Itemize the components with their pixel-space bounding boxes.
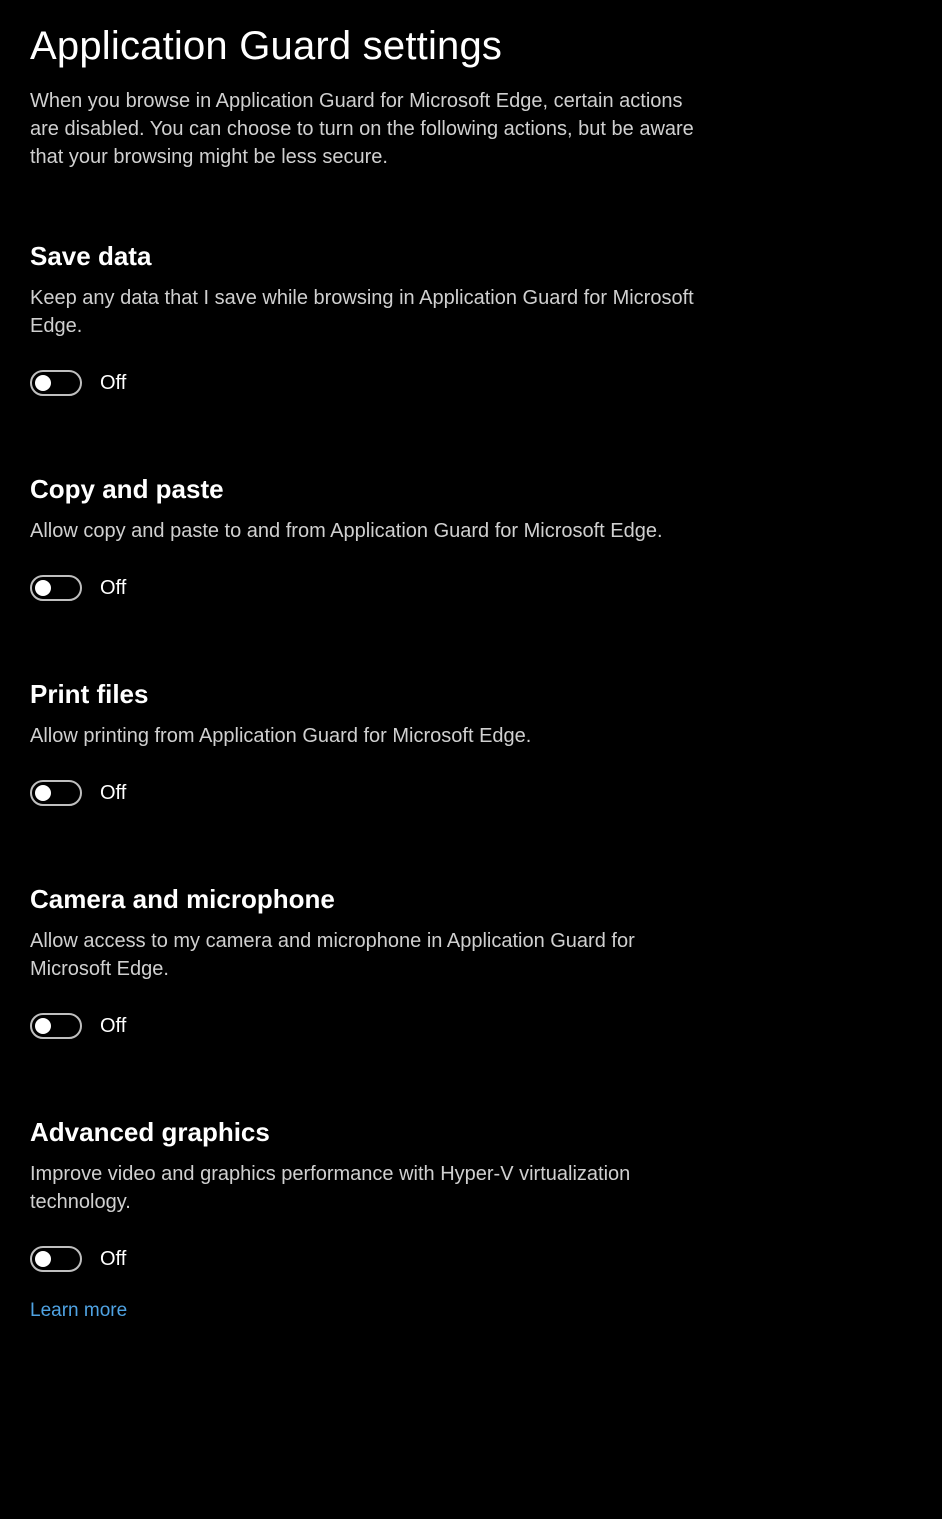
section-copy-paste: Copy and paste Allow copy and paste to a… bbox=[30, 474, 912, 601]
advanced-graphics-title: Advanced graphics bbox=[30, 1117, 912, 1148]
print-files-title: Print files bbox=[30, 679, 912, 710]
camera-mic-description: Allow access to my camera and microphone… bbox=[30, 927, 710, 983]
copy-paste-description: Allow copy and paste to and from Applica… bbox=[30, 517, 710, 545]
camera-mic-toggle-row: Off bbox=[30, 1013, 912, 1039]
advanced-graphics-toggle-row: Off bbox=[30, 1246, 912, 1272]
advanced-graphics-toggle[interactable] bbox=[30, 1246, 82, 1272]
print-files-toggle-row: Off bbox=[30, 780, 912, 806]
copy-paste-toggle-row: Off bbox=[30, 575, 912, 601]
copy-paste-toggle-label: Off bbox=[100, 577, 126, 600]
camera-mic-toggle-label: Off bbox=[100, 1015, 126, 1038]
save-data-toggle-row: Off bbox=[30, 370, 912, 396]
save-data-toggle[interactable] bbox=[30, 370, 82, 396]
toggle-thumb-icon bbox=[35, 1018, 51, 1034]
toggle-thumb-icon bbox=[35, 375, 51, 391]
save-data-title: Save data bbox=[30, 241, 912, 272]
print-files-toggle[interactable] bbox=[30, 780, 82, 806]
learn-more-link[interactable]: Learn more bbox=[30, 1300, 127, 1321]
toggle-thumb-icon bbox=[35, 1251, 51, 1267]
section-advanced-graphics: Advanced graphics Improve video and grap… bbox=[30, 1117, 912, 1272]
section-camera-mic: Camera and microphone Allow access to my… bbox=[30, 884, 912, 1039]
advanced-graphics-description: Improve video and graphics performance w… bbox=[30, 1160, 710, 1216]
camera-mic-title: Camera and microphone bbox=[30, 884, 912, 915]
save-data-description: Keep any data that I save while browsing… bbox=[30, 284, 710, 340]
camera-mic-toggle[interactable] bbox=[30, 1013, 82, 1039]
page-title: Application Guard settings bbox=[30, 24, 912, 69]
print-files-description: Allow printing from Application Guard fo… bbox=[30, 722, 710, 750]
toggle-thumb-icon bbox=[35, 785, 51, 801]
save-data-toggle-label: Off bbox=[100, 372, 126, 395]
section-save-data: Save data Keep any data that I save whil… bbox=[30, 241, 912, 396]
advanced-graphics-toggle-label: Off bbox=[100, 1248, 126, 1271]
section-print-files: Print files Allow printing from Applicat… bbox=[30, 679, 912, 806]
toggle-thumb-icon bbox=[35, 580, 51, 596]
copy-paste-toggle[interactable] bbox=[30, 575, 82, 601]
page-description: When you browse in Application Guard for… bbox=[30, 87, 710, 171]
print-files-toggle-label: Off bbox=[100, 782, 126, 805]
copy-paste-title: Copy and paste bbox=[30, 474, 912, 505]
